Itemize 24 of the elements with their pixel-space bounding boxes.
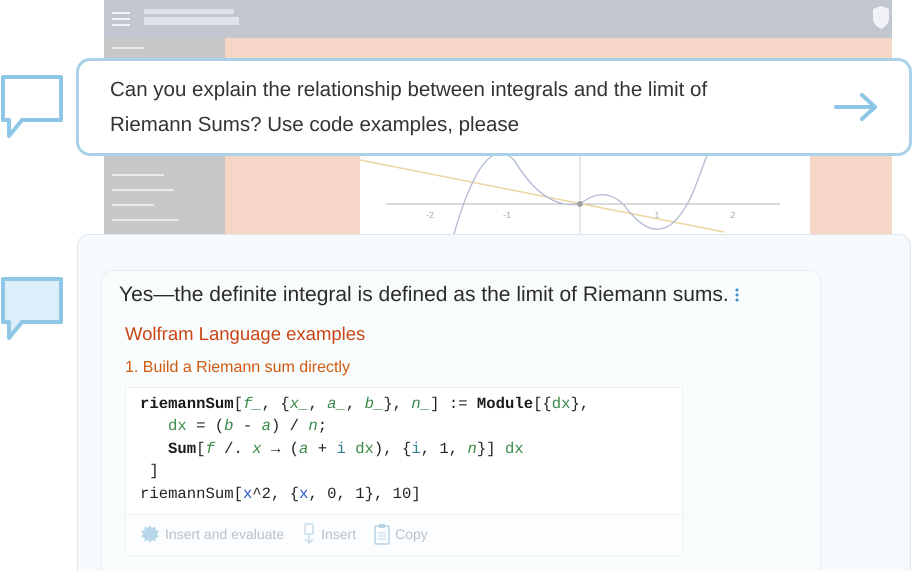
insert-icon xyxy=(302,523,316,546)
action-button[interactable]: Insert xyxy=(302,523,356,546)
action-button[interactable]: Insert and evaluate xyxy=(140,523,284,546)
code-line: dx = (b - a) / n; xyxy=(167,416,328,438)
axis-tick-label: -2 xyxy=(426,210,434,220)
code-line: ] xyxy=(148,461,160,482)
speech-bubble-icon xyxy=(0,74,64,140)
step-heading: 1. Build a Riemann sum directly xyxy=(125,359,351,377)
clipboard-icon xyxy=(374,523,390,546)
gear-icon xyxy=(140,524,160,544)
axis-tick-label: 1 xyxy=(654,210,660,220)
action-button[interactable]: Copy xyxy=(374,523,428,546)
question-text: Can you explain the relationship between integrals and the limit of Riemann Sums? Use code examples, please xyxy=(110,77,708,138)
axis-tick-label: 2 xyxy=(730,210,736,220)
section-heading: Wolfram Language examples xyxy=(125,323,366,345)
code-line: riemannSum[f_, {x_, a_, b_}, n_] := Module[{dx}, xyxy=(140,394,590,415)
axis-tick-label: -1 xyxy=(503,210,511,220)
code-line: Sum[f /. x → (a + i dx), {i, 1, n}] dx xyxy=(167,438,525,460)
speech-bubble-icon xyxy=(0,276,64,342)
more-options-icon[interactable] xyxy=(734,288,739,302)
answer-summary: Yes—the definite integral is defined as the limit of Riemann sums. xyxy=(119,283,729,307)
code-line: riemannSum[x^2, {x, 0, 1}, 10] xyxy=(140,484,422,505)
question-box[interactable]: Can you explain the relationship between integrals and the limit of Riemann Sums? Use code examples, please xyxy=(76,58,912,156)
arrow-right-icon[interactable] xyxy=(833,92,879,122)
